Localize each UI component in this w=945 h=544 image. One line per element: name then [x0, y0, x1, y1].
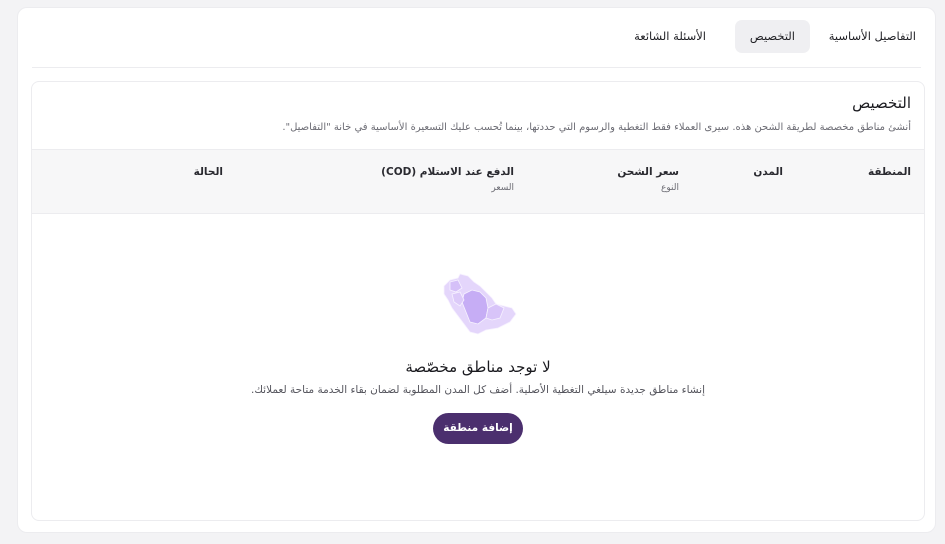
section-title: التخصيص	[852, 94, 911, 112]
table-header: المنطقة المدن سعر الشحن النوع الدفع عند …	[32, 149, 924, 214]
column-cod: الدفع عند الاستلام (COD) السعر	[381, 166, 514, 193]
column-cities-label: المدن	[753, 166, 783, 178]
empty-state-description: إنشاء مناطق جديدة سيلغي التغطية الأصلية.…	[250, 384, 706, 396]
column-cities: المدن	[753, 166, 783, 178]
settings-panel: التفاصيل الأساسية التخصيص الأسئلة الشائع…	[17, 7, 936, 533]
empty-state-title: لا توجد مناطق مخصّصة	[405, 358, 551, 376]
section-description: أنشئ مناطق مخصصة لطريقة الشحن هذه. سيرى …	[282, 122, 911, 133]
column-cod-sub: السعر	[491, 183, 514, 193]
column-region: المنطقة	[868, 166, 911, 178]
column-status-label: الحالة	[193, 166, 223, 178]
column-shipping-price-sub: النوع	[661, 183, 679, 193]
column-shipping-price-label: سعر الشحن	[617, 166, 679, 178]
customization-card: التخصيص أنشئ مناطق مخصصة لطريقة الشحن هذ…	[31, 81, 925, 521]
column-cod-label: الدفع عند الاستلام (COD)	[381, 166, 514, 178]
column-status: الحالة	[194, 166, 223, 178]
column-shipping-price: سعر الشحن النوع	[617, 166, 679, 193]
saudi-map-icon	[443, 273, 517, 335]
column-region-label: المنطقة	[867, 166, 911, 178]
add-region-button[interactable]: إضافة منطقة	[433, 413, 523, 444]
tab-customization[interactable]: التخصيص	[734, 20, 810, 53]
tab-bar: التفاصيل الأساسية التخصيص الأسئلة الشائع…	[32, 8, 921, 68]
tab-basic-details[interactable]: التفاصيل الأساسية	[814, 20, 931, 53]
tab-faq[interactable]: الأسئلة الشائعة	[619, 20, 721, 53]
